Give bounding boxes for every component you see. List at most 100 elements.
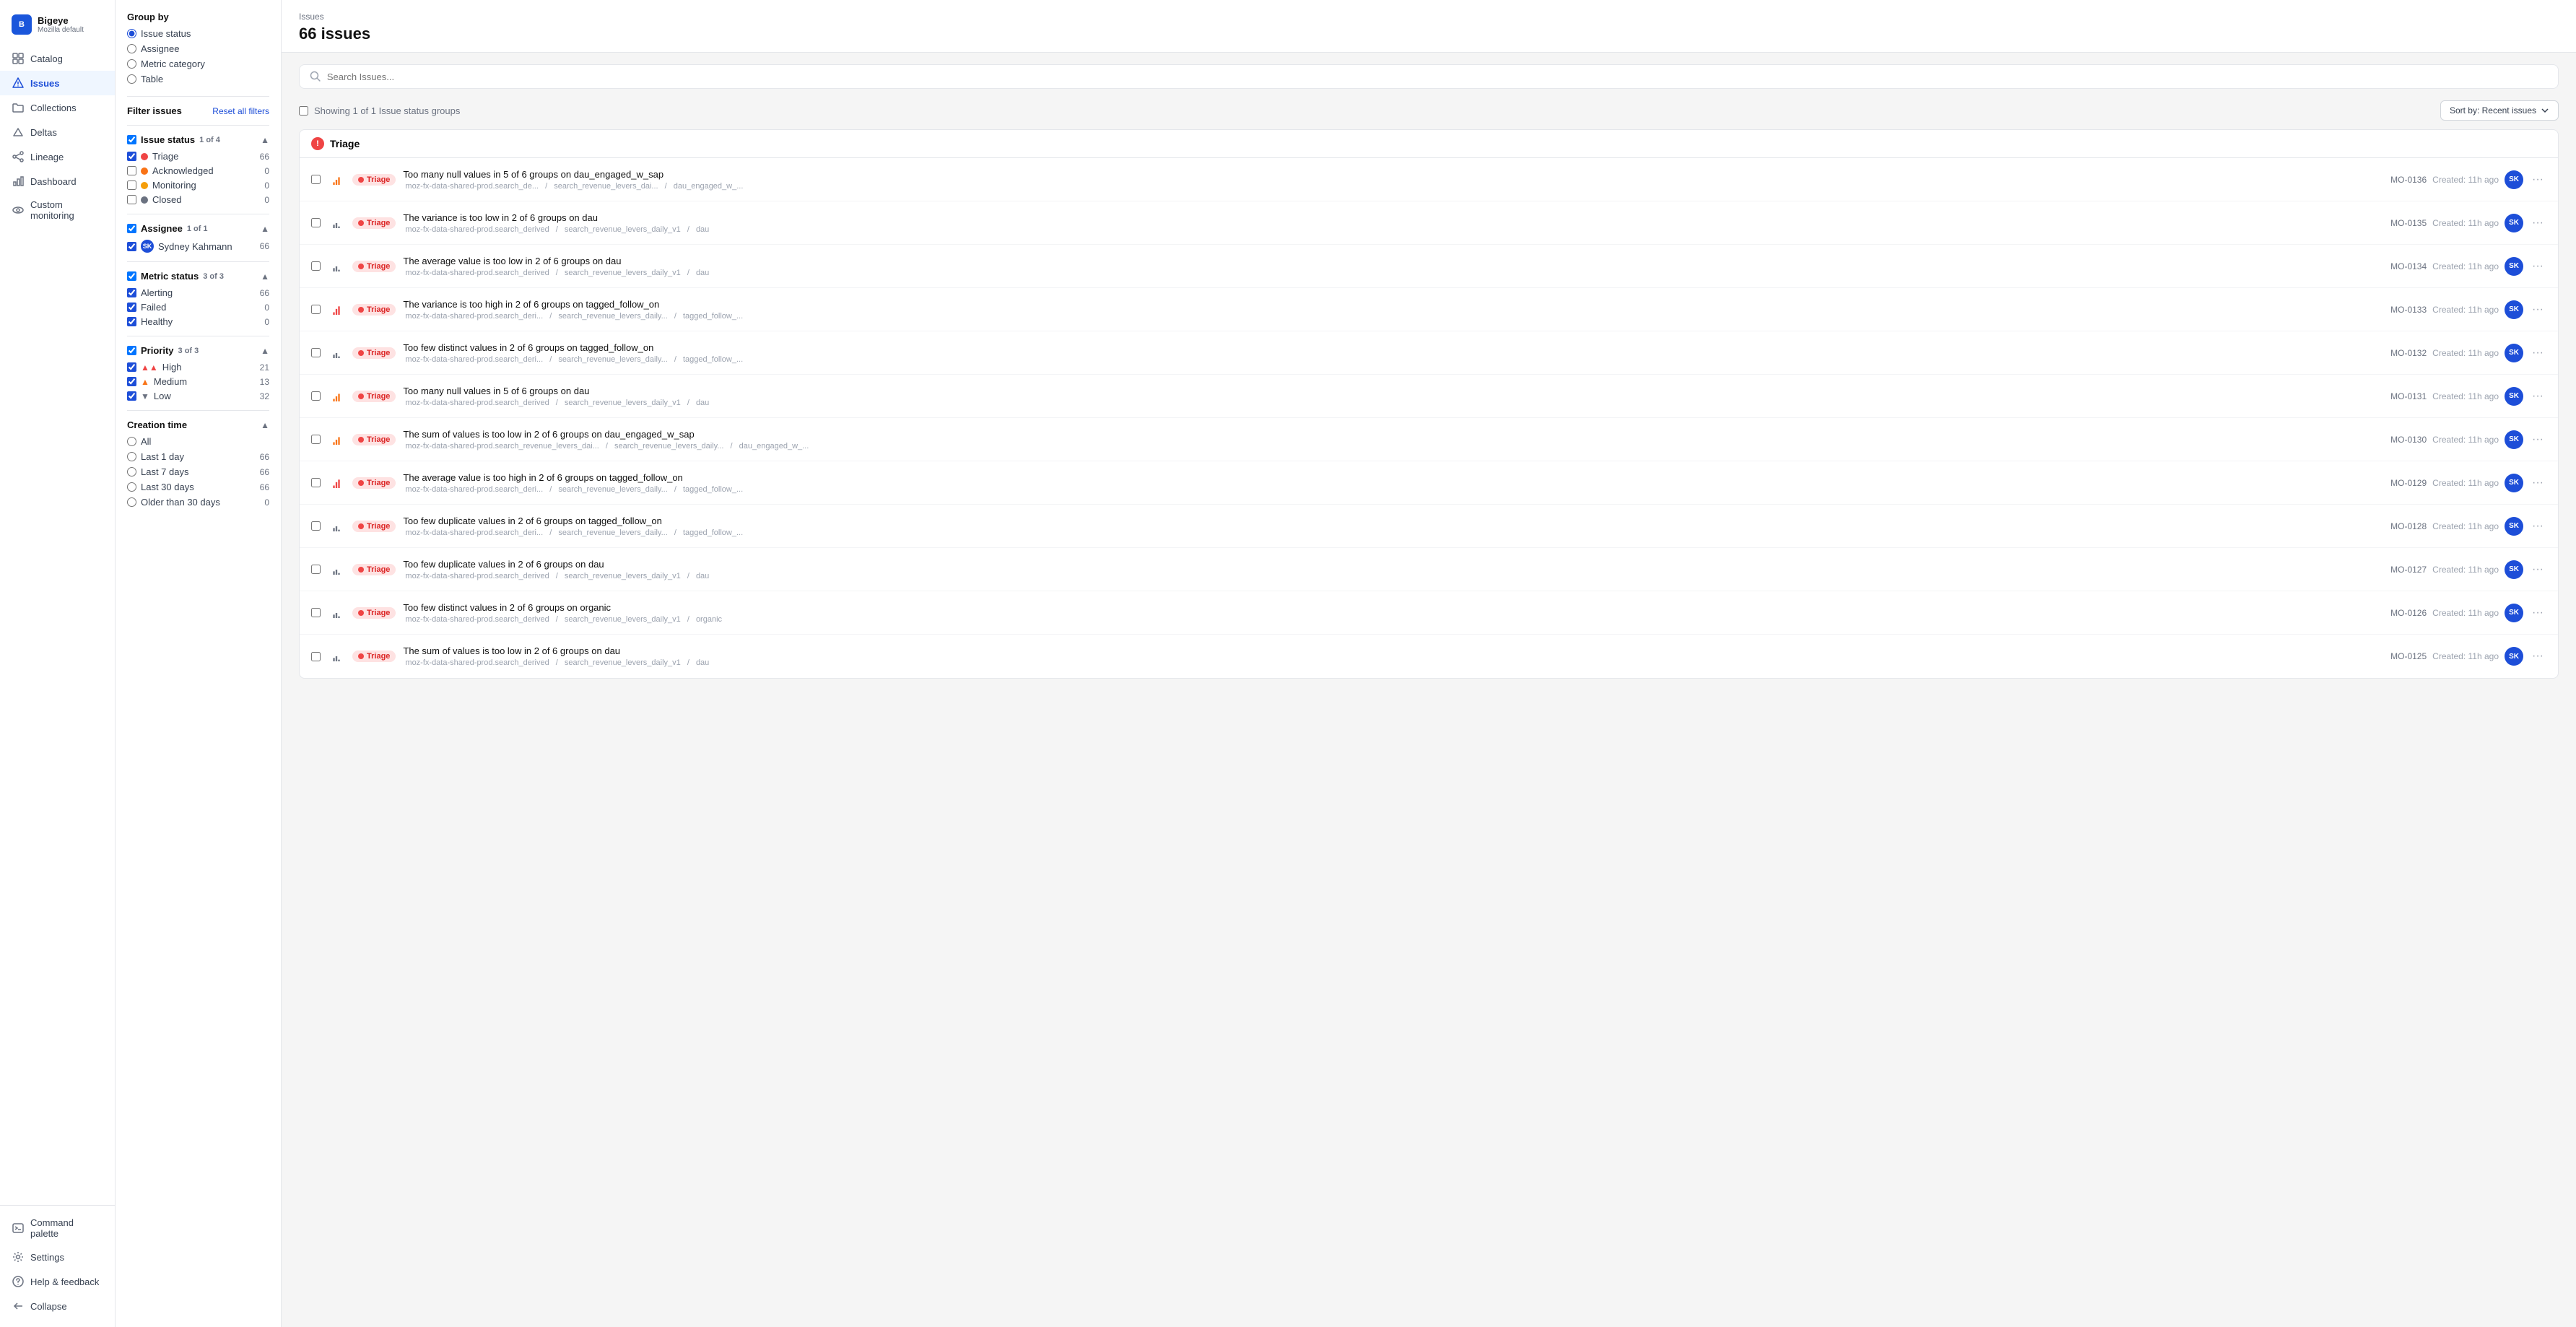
more-options-button[interactable]: ··· — [2529, 258, 2546, 274]
sidebar-item-help[interactable]: Help & feedback — [0, 1269, 115, 1294]
triage-status-dot — [141, 153, 148, 160]
issue-title[interactable]: The variance is too high in 2 of 6 group… — [403, 299, 2376, 310]
filter-toggle[interactable]: ▲ — [261, 346, 269, 356]
acknowledged-status-dot — [141, 167, 148, 175]
more-options-button[interactable]: ··· — [2529, 388, 2546, 404]
sidebar-item-settings[interactable]: Settings — [0, 1245, 115, 1269]
issue-checkbox[interactable] — [311, 478, 321, 487]
more-options-button[interactable]: ··· — [2529, 475, 2546, 491]
group-by-assignee[interactable]: Assignee — [127, 43, 269, 54]
triage-badge: Triage — [352, 174, 396, 186]
issue-title[interactable]: The sum of values is too low in 2 of 6 g… — [403, 429, 2376, 440]
issue-title[interactable]: Too few duplicate values in 2 of 6 group… — [403, 515, 2376, 526]
filter-item-closed[interactable]: Closed 0 — [127, 194, 269, 205]
sidebar-bottom: Command palette Settings Help & feedback… — [0, 1205, 115, 1318]
issue-checkbox[interactable] — [311, 391, 321, 401]
sidebar-item-catalog[interactable]: Catalog — [0, 46, 115, 71]
sidebar-item-dashboard[interactable]: Dashboard — [0, 169, 115, 193]
triage-indicator — [311, 137, 324, 150]
filter-toggle[interactable]: ▲ — [261, 224, 269, 234]
sidebar-item-custom[interactable]: Custom monitoring — [0, 193, 115, 227]
reset-filters-link[interactable]: Reset all filters — [212, 106, 269, 116]
creation-time-30days[interactable]: Last 30 days 66 — [127, 482, 269, 492]
search-bar — [299, 64, 2559, 89]
filter-item-triage[interactable]: Triage 66 — [127, 151, 269, 162]
filter-item-medium[interactable]: ▲ Medium 13 — [127, 376, 269, 387]
filter-section-header: Creation time ▲ — [127, 419, 269, 430]
filter-item-sydney[interactable]: SK Sydney Kahmann 66 — [127, 240, 269, 253]
filter-section-checkbox[interactable] — [127, 346, 136, 355]
sidebar-item-issues[interactable]: Issues — [0, 71, 115, 95]
issue-title[interactable]: The sum of values is too low in 2 of 6 g… — [403, 645, 2376, 656]
creation-time-all[interactable]: All — [127, 436, 269, 447]
filter-item-failed[interactable]: Failed 0 — [127, 302, 269, 313]
filter-toggle[interactable]: ▲ — [261, 420, 269, 430]
group-by-table[interactable]: Table — [127, 74, 269, 84]
sidebar-item-command[interactable]: Command palette — [0, 1211, 115, 1245]
more-options-button[interactable]: ··· — [2529, 605, 2546, 621]
triage-badge-dot — [358, 437, 364, 443]
issue-path: moz-fx-data-shared-prod.search_de... / s… — [403, 182, 2376, 191]
issue-checkbox[interactable] — [311, 565, 321, 574]
more-options-button[interactable]: ··· — [2529, 562, 2546, 578]
more-options-button[interactable]: ··· — [2529, 345, 2546, 361]
issue-title[interactable]: The average value is too low in 2 of 6 g… — [403, 256, 2376, 266]
more-options-button[interactable]: ··· — [2529, 215, 2546, 231]
filter-section-checkbox[interactable] — [127, 271, 136, 281]
issue-time: Created: 11h ago — [2432, 348, 2499, 358]
filter-item-healthy[interactable]: Healthy 0 — [127, 316, 269, 327]
filter-toggle[interactable]: ▲ — [261, 271, 269, 282]
group-by-metric-category[interactable]: Metric category — [127, 58, 269, 69]
filter-toggle[interactable]: ▲ — [261, 135, 269, 145]
issue-content: Too few duplicate values in 2 of 6 group… — [403, 515, 2376, 537]
more-options-button[interactable]: ··· — [2529, 432, 2546, 448]
issue-checkbox[interactable] — [311, 348, 321, 357]
issue-title[interactable]: Too many null values in 5 of 6 groups on… — [403, 169, 2376, 180]
filter-item-acknowledged[interactable]: Acknowledged 0 — [127, 165, 269, 176]
more-options-button[interactable]: ··· — [2529, 518, 2546, 534]
issue-title[interactable]: Too many null values in 5 of 6 groups on… — [403, 386, 2376, 396]
sidebar-item-deltas[interactable]: Deltas — [0, 120, 115, 144]
filter-item-monitoring[interactable]: Monitoring 0 — [127, 180, 269, 191]
sidebar-item-collapse[interactable]: Collapse — [0, 1294, 115, 1318]
issue-checkbox[interactable] — [311, 261, 321, 271]
triage-badge: Triage — [352, 434, 396, 445]
select-all-checkbox[interactable] — [299, 106, 308, 116]
avatar: SK — [2505, 387, 2523, 406]
issue-title[interactable]: The average value is too high in 2 of 6 … — [403, 472, 2376, 483]
sidebar-item-collections[interactable]: Collections — [0, 95, 115, 120]
filter-section-checkbox[interactable] — [127, 224, 136, 233]
filter-section-checkbox[interactable] — [127, 135, 136, 144]
search-input[interactable] — [327, 71, 2548, 82]
issue-checkbox[interactable] — [311, 175, 321, 184]
issue-title[interactable]: Too few duplicate values in 2 of 6 group… — [403, 559, 2376, 570]
issue-title[interactable]: Too few distinct values in 2 of 6 groups… — [403, 342, 2376, 353]
triage-badge-dot — [358, 523, 364, 529]
creation-time-older30days[interactable]: Older than 30 days 0 — [127, 497, 269, 508]
more-options-button[interactable]: ··· — [2529, 302, 2546, 318]
filter-item-low[interactable]: ▼ Low 32 — [127, 391, 269, 401]
sidebar-item-lineage[interactable]: Lineage — [0, 144, 115, 169]
sort-button[interactable]: Sort by: Recent issues — [2440, 100, 2559, 121]
issue-checkbox[interactable] — [311, 608, 321, 617]
filter-item-alerting[interactable]: Alerting 66 — [127, 287, 269, 298]
chevron-down-icon — [2541, 106, 2549, 115]
issue-checkbox[interactable] — [311, 435, 321, 444]
filter-item-high[interactable]: ▲▲ High 21 — [127, 362, 269, 373]
issue-title[interactable]: Too few distinct values in 2 of 6 groups… — [403, 602, 2376, 613]
issue-checkbox[interactable] — [311, 652, 321, 661]
group-by-issue-status[interactable]: Issue status — [127, 28, 269, 39]
issue-checkbox[interactable] — [311, 521, 321, 531]
issue-checkbox[interactable] — [311, 305, 321, 314]
avatar: SK — [2505, 257, 2523, 276]
sidebar-item-label: Command palette — [30, 1217, 103, 1239]
avatar: SK — [2505, 344, 2523, 362]
creation-time-1day[interactable]: Last 1 day 66 — [127, 451, 269, 462]
issue-title[interactable]: The variance is too low in 2 of 6 groups… — [403, 212, 2376, 223]
more-options-button[interactable]: ··· — [2529, 172, 2546, 188]
issue-path: moz-fx-data-shared-prod.search_deri... /… — [403, 485, 2376, 494]
more-options-button[interactable]: ··· — [2529, 648, 2546, 664]
issue-path: moz-fx-data-shared-prod.search_derived /… — [403, 225, 2376, 234]
creation-time-7days[interactable]: Last 7 days 66 — [127, 466, 269, 477]
issue-checkbox[interactable] — [311, 218, 321, 227]
